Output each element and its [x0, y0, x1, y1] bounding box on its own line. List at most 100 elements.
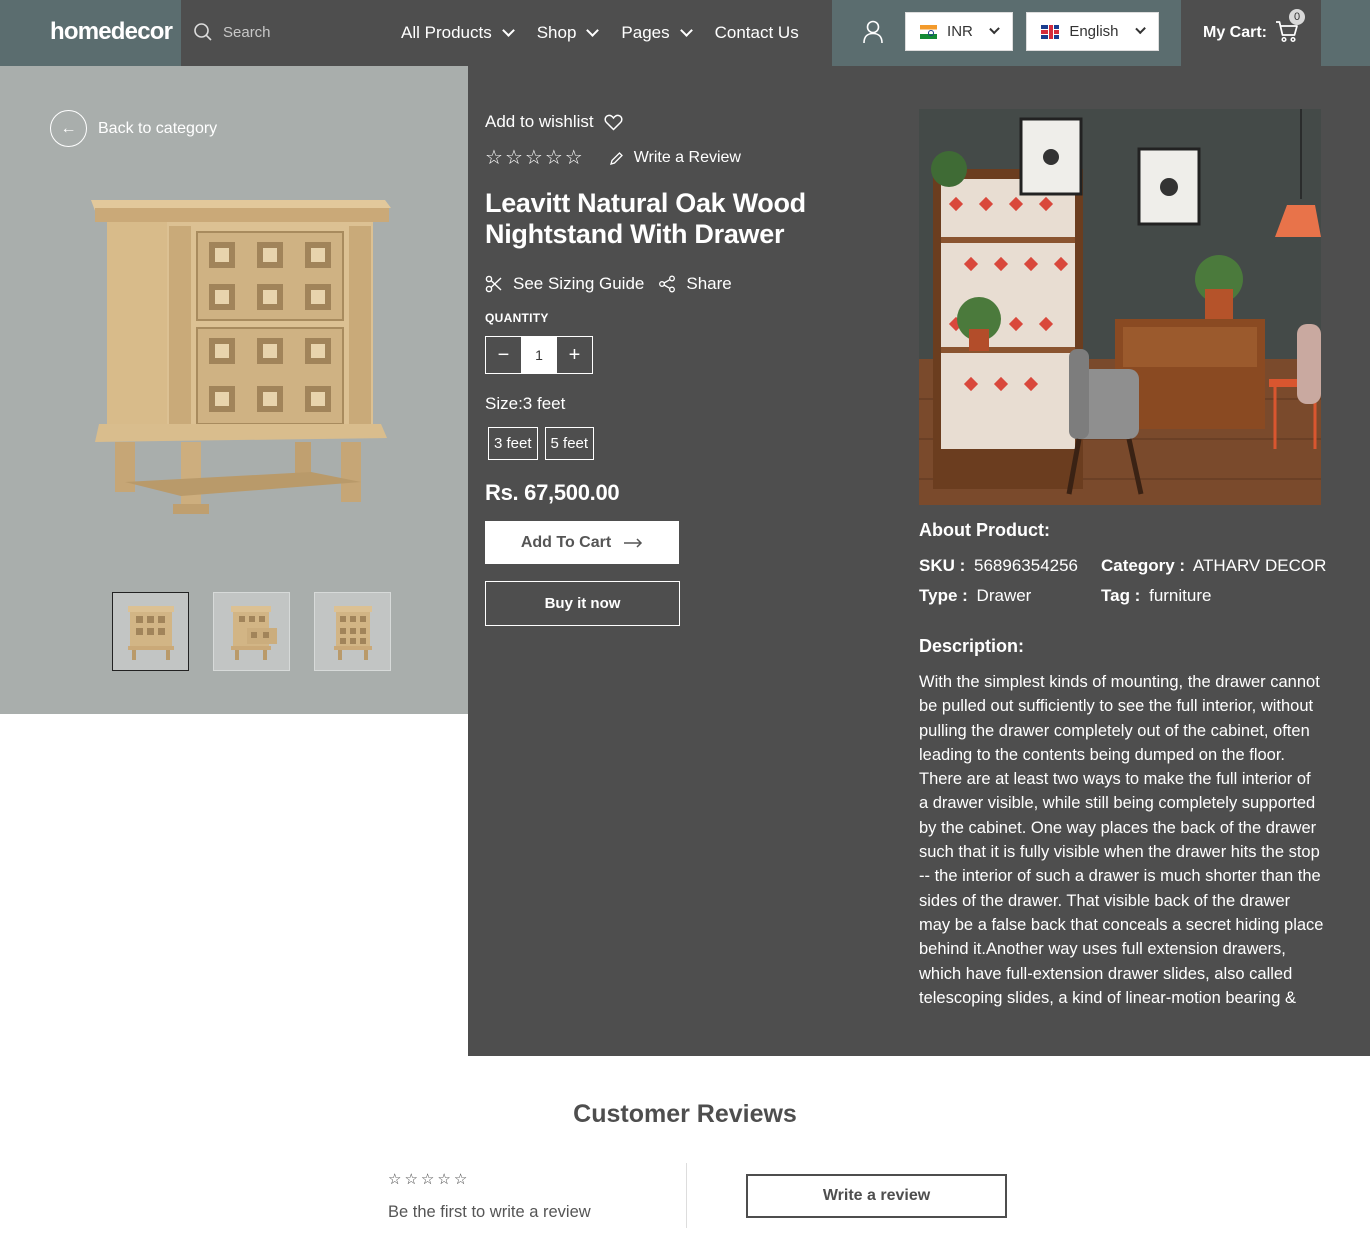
star-icon[interactable]: ☆ — [525, 148, 543, 168]
chevron-down-icon — [586, 24, 600, 37]
product-info-panel: Add to wishlist ☆ ☆ ☆ ☆ ☆ Write a Review… — [468, 66, 1370, 1056]
reviews-rating: ☆ ☆ ☆ ☆ ☆ — [388, 1170, 467, 1188]
write-a-review-link[interactable]: Write a Review — [609, 149, 741, 167]
star-icon: ☆ — [404, 1171, 418, 1188]
star-icon: ☆ — [420, 1171, 435, 1188]
nav-all-products-label: All Products — [401, 23, 492, 42]
about-product-title: About Product: — [919, 520, 1050, 540]
nav-pages[interactable]: Pages — [621, 23, 693, 43]
scissors-icon — [485, 275, 502, 293]
main-nav: All Products Shop Pages Contact Us — [401, 0, 832, 66]
customer-reviews-title: Customer Reviews — [573, 1100, 797, 1128]
add-to-cart-button[interactable]: Add To Cart — [485, 521, 679, 564]
sizing-guide-link[interactable]: See Sizing Guide — [485, 274, 644, 294]
description-title: Description: — [919, 636, 1025, 656]
category-label: Category : — [1101, 556, 1186, 575]
share-icon — [659, 275, 676, 293]
nav-contact-us[interactable]: Contact Us — [715, 23, 799, 43]
thumbnail-strip — [112, 592, 391, 671]
language-value: English — [1069, 23, 1119, 40]
search-icon — [194, 23, 212, 41]
write-a-review-label: Write a Review — [633, 149, 741, 166]
sku-row: SKU : 56896354256 — [919, 556, 1078, 576]
india-flag-icon — [920, 24, 938, 39]
star-icon: ☆ — [388, 1171, 402, 1188]
thumbnail-3-image — [333, 605, 372, 660]
quantity-increase-button[interactable]: + — [557, 337, 592, 373]
nav-shop-label: Shop — [536, 23, 577, 42]
cart-icon: 0 — [1275, 8, 1306, 48]
cart-link[interactable]: My Cart: 0 — [1181, 0, 1321, 66]
currency-selector[interactable]: INR — [905, 12, 1013, 51]
buy-it-now-button[interactable]: Buy it now — [485, 581, 680, 626]
thumbnail-2[interactable] — [213, 592, 290, 671]
search-input[interactable] — [223, 20, 393, 44]
nav-pages-label: Pages — [621, 23, 670, 42]
no-reviews-text: Be the first to write a review — [388, 1203, 591, 1221]
arrow-right-icon — [624, 537, 643, 548]
back-to-category-label: Back to category — [98, 119, 218, 137]
nav-contact-us-label: Contact Us — [714, 23, 799, 42]
size-option-3-feet[interactable]: 3 feet — [488, 427, 538, 460]
star-icon: ☆ — [437, 1171, 451, 1188]
pencil-icon — [609, 151, 623, 165]
star-icon[interactable]: ☆ — [565, 148, 583, 168]
share-link[interactable]: Share — [658, 274, 732, 294]
star-icon: ☆ — [453, 1171, 468, 1188]
tag-value[interactable]: furniture — [1149, 586, 1211, 605]
star-icon[interactable]: ☆ — [485, 148, 503, 168]
quantity-decrease-button[interactable]: − — [486, 337, 521, 373]
chevron-down-icon — [501, 24, 515, 37]
category-row: Category : ATHARV DECOR — [1101, 556, 1326, 576]
thumbnail-1-image — [127, 605, 174, 660]
chevron-down-icon — [989, 23, 1000, 35]
description-text: With the simplest kinds of mounting, the… — [919, 673, 1324, 1007]
product-gallery: ← Back to category — [0, 66, 468, 714]
sku-label: SKU : — [919, 556, 966, 575]
type-row: Type : Drawer — [919, 586, 1031, 606]
wishlist-label: Add to wishlist — [485, 112, 594, 131]
sku-value: 56896354256 — [974, 556, 1079, 575]
header-utilities: INR English — [832, 0, 1181, 66]
star-icon[interactable]: ☆ — [505, 148, 523, 168]
selected-size-label: Size:3 feet — [485, 394, 566, 413]
site-header: homedecor All Products Shop Pages Contac… — [0, 0, 1370, 66]
uk-flag-icon — [1041, 24, 1060, 39]
arrow-left-icon: ← — [50, 110, 87, 147]
chevron-down-icon — [1134, 23, 1146, 35]
type-value: Drawer — [976, 586, 1032, 605]
category-value[interactable]: ATHARV DECOR — [1193, 556, 1327, 575]
tag-label: Tag : — [1101, 586, 1141, 605]
currency-value: INR — [947, 23, 973, 40]
star-icon[interactable]: ☆ — [545, 148, 563, 168]
thumbnail-1[interactable] — [112, 592, 189, 671]
quantity-input[interactable]: 1 — [521, 337, 557, 373]
user-icon[interactable] — [862, 20, 884, 44]
product-main-image[interactable] — [85, 186, 395, 516]
product-lifestyle-image[interactable] — [919, 109, 1321, 505]
back-to-category-link[interactable]: ← Back to category — [50, 110, 217, 147]
tag-row: Tag : furniture — [1101, 586, 1211, 606]
cart-count-badge: 0 — [1289, 8, 1306, 25]
share-label: Share — [686, 274, 732, 293]
size-options: 3 feet 5 feet — [488, 427, 595, 460]
size-option-5-feet[interactable]: 5 feet — [544, 427, 595, 460]
add-to-cart-label: Add To Cart — [520, 533, 612, 551]
quantity-label: QUANTITY — [485, 311, 549, 325]
search-bar[interactable] — [181, 0, 401, 66]
language-selector[interactable]: English — [1026, 12, 1159, 51]
thumbnail-2-image — [230, 605, 277, 660]
cart-label: My Cart: — [1203, 24, 1268, 41]
heart-icon — [604, 114, 623, 131]
chevron-down-icon — [679, 24, 693, 37]
add-to-wishlist-link[interactable]: Add to wishlist — [485, 112, 623, 132]
product-price: Rs. 67,500.00 — [485, 480, 620, 505]
nav-all-products[interactable]: All Products — [401, 23, 515, 43]
site-logo[interactable]: homedecor — [50, 18, 173, 46]
sizing-guide-label: See Sizing Guide — [513, 274, 645, 293]
thumbnail-3[interactable] — [314, 592, 391, 671]
product-rating: ☆ ☆ ☆ ☆ ☆ Write a Review — [485, 148, 741, 168]
reviews-divider — [686, 1163, 687, 1228]
nav-shop[interactable]: Shop — [536, 23, 600, 43]
write-a-review-button[interactable]: Write a review — [746, 1174, 1007, 1218]
